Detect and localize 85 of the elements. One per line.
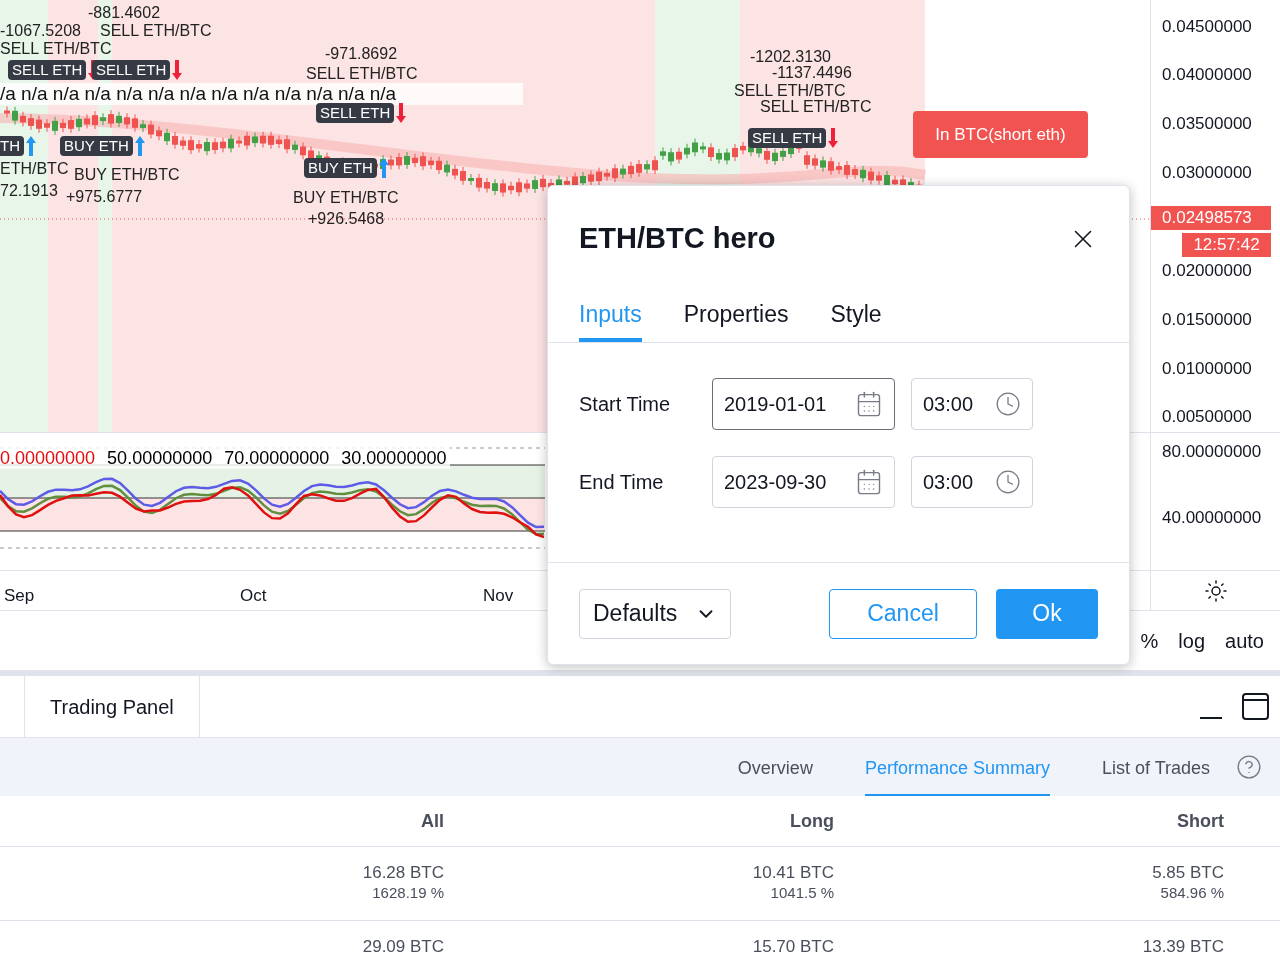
trade-label: -881.4602 xyxy=(88,4,161,22)
maximize-icon[interactable] xyxy=(1242,693,1269,720)
table-cell: 5.85 BTC xyxy=(1152,863,1224,883)
table-cell: 584.96 % xyxy=(1160,883,1224,903)
clock-icon[interactable] xyxy=(995,391,1021,417)
time-axis-label: Nov xyxy=(483,585,514,607)
countdown-label: 12:57:42 xyxy=(1182,233,1271,257)
oscillator-value: 70.00000000 xyxy=(224,447,330,469)
trade-badge: SELL ETH xyxy=(92,60,171,80)
calendar-icon[interactable] xyxy=(855,390,883,418)
last-price-label: 0.02498573 xyxy=(1151,206,1271,230)
trade-label: SELL ETH/BTC xyxy=(100,22,212,40)
trade-label: SELL ETH/BTC xyxy=(306,65,418,83)
report-tab[interactable]: Overview xyxy=(737,738,813,796)
table-cell: 16.28 BTC xyxy=(362,863,444,883)
trade-label: -1202.3130 xyxy=(750,48,831,66)
position-label: In BTC(short eth) xyxy=(913,111,1088,158)
down-arrow-icon xyxy=(172,60,183,80)
trade-label: BUY ETH/BTC xyxy=(293,189,399,207)
table-cell: 15.70 BTC xyxy=(752,937,834,955)
up-arrow-icon xyxy=(26,136,36,156)
dialog-tab[interactable]: Style xyxy=(830,291,882,342)
defaults-dropdown[interactable]: Defaults xyxy=(579,588,731,639)
price-axis-label: 0.04500000 xyxy=(1162,16,1252,38)
table-cell: 1041.5 % xyxy=(770,883,834,903)
trade-label: +975.6777 xyxy=(66,188,143,206)
dialog-tab[interactable]: Properties xyxy=(683,291,789,342)
time-axis-label: Oct xyxy=(240,585,267,607)
table-cell: 29.09 BTC xyxy=(362,937,444,955)
scale-button[interactable]: % xyxy=(1140,625,1159,656)
column-header: Short xyxy=(1177,809,1224,833)
date-field[interactable]: 2023-09-30 xyxy=(712,456,895,508)
clock-icon[interactable] xyxy=(995,469,1021,495)
price-axis-label: 0.02000000 xyxy=(1162,260,1252,282)
down-arrow-icon xyxy=(396,103,407,123)
table-cell: 10.41 BTC xyxy=(752,863,834,883)
trade-label: -1137.4496 xyxy=(772,64,852,82)
price-axis-label: 0.04000000 xyxy=(1162,64,1252,86)
trade-label: SELL ETH/BTC xyxy=(734,82,846,100)
trade-label: ETH/BTC xyxy=(0,160,69,178)
trade-label: +926.5468 xyxy=(308,210,385,228)
indicator-values: /a n/a n/a n/a n/a n/a n/a n/a n/a n/a n/a n/a n/a xyxy=(0,83,523,105)
trade-badge: SELL ETH xyxy=(8,60,87,80)
scale-button[interactable]: log xyxy=(1178,625,1206,656)
field-label: End Time xyxy=(579,470,665,495)
oscillator-value: 0.00000000 xyxy=(0,447,96,469)
field-label: Start Time xyxy=(579,392,672,417)
dialog-title: ETH/BTC hero xyxy=(579,220,776,256)
oscillator-axis-label: 40.00000000 xyxy=(1162,507,1262,529)
oscillator-value: 30.00000000 xyxy=(341,447,447,469)
time-field[interactable]: 03:00 xyxy=(911,456,1033,508)
time-field[interactable]: 03:00 xyxy=(911,378,1033,430)
trade-label: SELL ETH/BTC xyxy=(0,40,112,58)
report-tab[interactable]: List of Trades xyxy=(1101,738,1210,796)
table-cell: 1628.19 % xyxy=(372,883,444,903)
trading-panel-tab[interactable]: Trading Panel xyxy=(24,676,200,737)
price-axis-label: 0.00500000 xyxy=(1162,406,1252,428)
oscillator-axis-label: 80.00000000 xyxy=(1162,441,1262,463)
date-field[interactable]: 2019-01-01 xyxy=(712,378,895,430)
trade-badge: BUY ETH xyxy=(60,136,133,156)
settings-icon[interactable] xyxy=(1204,578,1228,603)
down-arrow-icon xyxy=(828,128,839,148)
price-axis-label: 0.01000000 xyxy=(1162,358,1252,380)
price-axis-label: 0.01500000 xyxy=(1162,309,1252,331)
up-arrow-icon xyxy=(378,158,389,178)
column-header: All xyxy=(421,809,444,833)
help-icon[interactable] xyxy=(1236,754,1262,780)
time-axis-label: Sep xyxy=(4,585,35,607)
calendar-icon[interactable] xyxy=(855,468,883,496)
trade-badge: BUY ETH xyxy=(304,158,377,178)
trade-label: BUY ETH/BTC xyxy=(74,166,180,184)
trade-badge: TH xyxy=(0,136,24,156)
price-axis-label: 0.03500000 xyxy=(1162,113,1252,135)
trade-label: -1067.5208 xyxy=(0,22,81,40)
table-cell: 13.39 BTC xyxy=(1142,937,1224,955)
trade-badge: SELL ETH xyxy=(316,103,395,123)
oscillator-value: 50.00000000 xyxy=(107,447,213,469)
trade-badge: SELL ETH xyxy=(748,128,827,148)
trade-label: SELL ETH/BTC xyxy=(760,98,872,116)
up-arrow-icon xyxy=(134,136,145,156)
trade-label: -971.8692 xyxy=(325,45,398,63)
scale-button[interactable]: auto xyxy=(1225,625,1264,656)
price-axis-label: 0.03000000 xyxy=(1162,162,1252,184)
trade-label: 72.1913 xyxy=(0,182,58,200)
column-header: Long xyxy=(790,809,834,833)
